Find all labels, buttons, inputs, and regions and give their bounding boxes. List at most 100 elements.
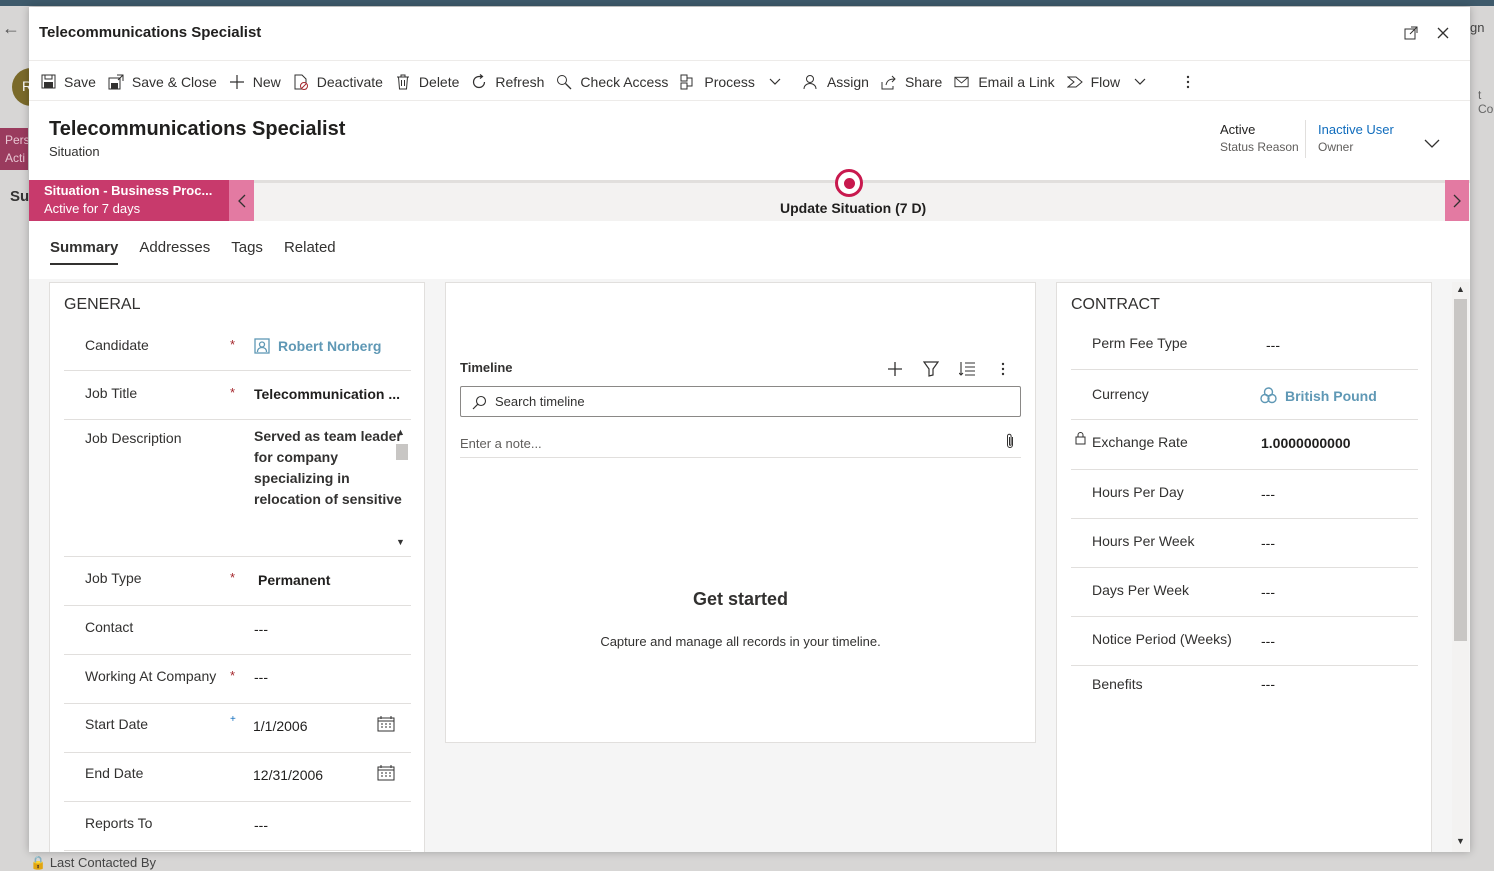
business-process-flow: Situation - Business Proc... Active for … [29,169,1470,221]
end-date-input[interactable]: 12/31/2006 [253,767,323,783]
back-arrow-icon: ← [2,18,20,38]
field-start-date: Start Date + 1/1/2006 [64,704,411,753]
timeline-section: Timeline Search timeline Enter a note...… [445,282,1036,743]
deactivate-button[interactable]: Deactivate [293,64,394,100]
flow-button[interactable]: Flow [1066,64,1158,100]
search-user-icon [556,74,572,90]
tab-addresses[interactable]: Addresses [139,239,210,265]
dialog-header: Telecommunications Specialist [29,7,1470,61]
form-scrollbar[interactable]: ▲ ▼ [1452,282,1469,852]
calendar-icon[interactable] [377,765,395,784]
field-days-per-week: Days Per Week --- [1071,568,1418,617]
sort-list-icon[interactable] [958,361,976,380]
more-vertical-icon[interactable] [1001,361,1005,380]
background-label: t Co [1478,88,1494,116]
dialog-title: Telecommunications Specialist [39,24,262,41]
check-access-button[interactable]: Check Access [556,64,679,100]
flow-icon [1066,74,1083,90]
attachment-paperclip-icon[interactable] [1005,433,1015,452]
candidate-lookup-link[interactable]: Robert Norberg [254,338,381,354]
field-hours-per-day: Hours Per Day --- [1071,470,1418,519]
tab-tags[interactable]: Tags [231,239,263,265]
record-entity-name: Situation [49,144,100,159]
save-close-icon [108,74,124,90]
new-button[interactable]: New [229,64,292,100]
reports-to-lookup[interactable]: --- [254,817,268,833]
contract-section: CONTRACT Perm Fee Type --- Currency Brit… [1056,282,1432,852]
field-job-type: Job Type * Permanent [64,557,411,606]
field-job-description: Job Description Served as team leader fo… [64,420,411,557]
scroll-down-icon[interactable]: ▼ [396,537,405,547]
calendar-icon[interactable] [377,716,395,735]
filter-icon[interactable] [922,361,940,380]
chevron-down-icon [769,76,781,88]
currency-lookup-link[interactable]: British Pound [1260,387,1377,404]
owner-link[interactable]: Inactive User [1318,122,1394,137]
timeline-note-input[interactable]: Enter a note... [460,433,1021,458]
field-working-at-company: Working At Company * --- [64,655,411,704]
save-button[interactable]: Save [40,64,107,100]
bpf-active-stage-label[interactable]: Update Situation (7 D) [780,200,926,216]
refresh-icon [471,73,487,90]
job-description-textarea[interactable]: Served as team leader for company specia… [254,426,404,551]
contact-card-icon [254,338,270,354]
job-type-select[interactable]: Permanent [258,572,330,588]
record-header: Telecommunications Specialist Situation … [29,102,1470,180]
hours-per-day-input[interactable]: --- [1261,486,1275,502]
command-bar: Save Save & Close New Deactivate Delete … [29,63,1470,101]
delete-button[interactable]: Delete [395,64,470,100]
tab-related[interactable]: Related [284,239,336,265]
days-per-week-input[interactable]: --- [1261,584,1275,600]
field-benefits: Benefits --- [1092,676,1275,692]
bpf-active-stage-marker[interactable] [835,169,863,197]
background-topbar [0,0,1494,6]
start-date-input[interactable]: 1/1/2006 [253,718,308,734]
bpf-next-button[interactable] [1445,180,1469,221]
job-description-scrollbar[interactable]: ▲ ▼ [394,426,408,551]
close-icon[interactable] [1433,23,1453,43]
deactivate-icon [293,74,309,90]
field-exchange-rate: Exchange Rate 1.0000000000 [1071,420,1418,470]
field-perm-fee-type: Perm Fee Type --- [1071,321,1418,370]
bpf-previous-button[interactable] [229,180,254,221]
benefits-input[interactable]: --- [1261,676,1275,692]
timeline-search-input[interactable]: Search timeline [460,386,1021,417]
person-icon [803,74,819,90]
more-commands-button[interactable] [1180,64,1215,100]
field-hours-per-week: Hours Per Week --- [1071,519,1418,568]
share-button[interactable]: Share [881,64,953,100]
refresh-button[interactable]: Refresh [471,64,555,100]
scroll-up-icon[interactable]: ▲ [396,427,405,437]
header-field-owner: Inactive User Owner [1318,122,1394,154]
working-at-company-lookup[interactable]: --- [254,669,268,685]
tab-summary[interactable]: Summary [50,239,119,265]
add-icon[interactable] [887,361,903,380]
assign-button[interactable]: Assign [803,64,880,100]
scroll-thumb[interactable] [396,444,408,460]
perm-fee-type-select[interactable]: --- [1266,337,1280,353]
share-icon [881,74,897,90]
scroll-up-icon[interactable]: ▲ [1456,284,1465,294]
bpf-process-stage[interactable]: Situation - Business Proc... Active for … [29,180,229,221]
expand-header-chevron-icon[interactable] [1424,136,1440,152]
save-and-close-button[interactable]: Save & Close [108,64,228,100]
contract-section-title: CONTRACT [1071,296,1160,313]
open-in-new-window-icon[interactable] [1401,23,1421,43]
scroll-thumb[interactable] [1454,299,1467,641]
scroll-down-icon[interactable]: ▼ [1456,836,1465,846]
general-section: GENERAL Candidate * Robert Norberg Job T… [49,282,425,852]
hours-per-week-input[interactable]: --- [1261,535,1275,551]
background-signin: gn [1470,20,1485,35]
notice-period-input[interactable]: --- [1261,633,1275,649]
contact-lookup[interactable]: --- [254,621,268,637]
background-stage: Pers Acti [0,128,28,170]
background-tab: Su [10,188,30,205]
email-link-button[interactable]: Email a Link [954,64,1065,100]
job-title-input[interactable]: Telecommunication ... [254,386,400,402]
field-end-date: End Date 12/31/2006 [64,753,411,802]
process-button[interactable]: Process [680,64,792,100]
field-notice-period: Notice Period (Weeks) --- [1071,617,1418,666]
email-icon [954,74,970,90]
plus-icon [229,74,245,90]
record-dialog: Telecommunications Specialist Save Save … [29,7,1470,852]
